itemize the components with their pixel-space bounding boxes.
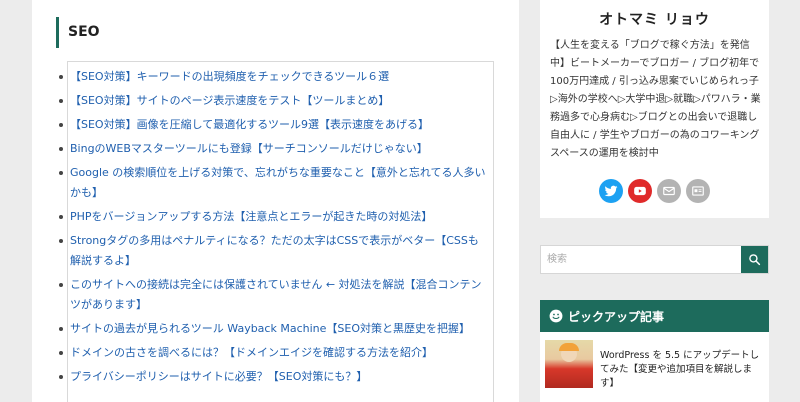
list-item: 【SEO対策】キーワードの出現頻度をチェックできるツール６選 [59, 67, 493, 87]
list-item: PHPをバージョンアップする方法【注意点とエラーが起きた時の対処法】 [59, 207, 493, 227]
post-link[interactable]: 【SEO対策】キーワードの出現頻度をチェックできるツール６選 [70, 70, 389, 83]
list-item: 【SEO対策】サイトのページ表示速度をテスト【ツールまとめ】 [59, 91, 493, 111]
youtube-button[interactable] [628, 179, 652, 203]
main-content: SEO 【SEO対策】キーワードの出現頻度をチェックできるツール６選 【SEO対… [32, 0, 519, 402]
post-link[interactable]: 【SEO対策】画像を圧縮して最適化するツール9選【表示速度をあげる】 [70, 118, 429, 131]
post-link[interactable]: プライバシーポリシーはサイトに必要？【SEO対策にも？】 [70, 370, 367, 383]
mail-icon [663, 186, 675, 196]
list-item: 【SEO対策】画像を圧縮して最適化するツール9選【表示速度をあげる】 [59, 115, 493, 135]
list-item: サイトの過去が見られるツール Wayback Machine【SEO対策と黒歴史… [59, 319, 493, 339]
search-icon [749, 254, 761, 266]
list-item: Strongタグの多用はペナルティになる？ただの太字はCSSで表示がベター【CS… [59, 231, 493, 271]
social-links [540, 179, 769, 203]
post-link[interactable]: 【SEO対策】サイトのページ表示速度をテスト【ツールまとめ】 [70, 94, 389, 107]
list-item: ドメインの古さを調べるには？【ドメインエイジを確認する方法を紹介】 [59, 343, 493, 363]
search-input[interactable] [541, 246, 741, 273]
mail-button[interactable] [657, 179, 681, 203]
post-link[interactable]: Strongタグの多用はペナルティになる？ただの太字はCSSで表示がベター【CS… [70, 234, 479, 267]
post-list: 【SEO対策】キーワードの出現頻度をチェックできるツール６選 【SEO対策】サイ… [59, 61, 494, 402]
list-item: プライバシーポリシーはサイトに必要？【SEO対策にも？】 [59, 367, 493, 387]
twitter-icon [604, 185, 618, 197]
article-thumbnail[interactable] [545, 340, 593, 388]
feedly-button[interactable] [686, 179, 710, 203]
pickup-header: ピックアップ記事 [540, 300, 769, 332]
post-link[interactable]: ドメインの古さを調べるには？【ドメインエイジを確認する方法を紹介】 [70, 346, 433, 359]
post-link[interactable]: Google の検索順位を上げる対策で、忘れがちな重要なこと【意外と忘れてる人多… [70, 166, 486, 199]
post-link[interactable]: サイトの過去が見られるツール Wayback Machine【SEO対策と黒歴史… [70, 322, 470, 335]
post-link[interactable]: PHPをバージョンアップする方法【注意点とエラーが起きた時の対処法】 [70, 210, 432, 223]
list-item: このサイトへの接続は完全には保護されていません ← 対処法を解説【混合コンテンツ… [59, 275, 493, 315]
pickup-article-title[interactable]: WordPress を 5.5 にアップデートしてみた【変更や追加項目を解説しま… [600, 349, 766, 391]
twitter-button[interactable] [599, 179, 623, 203]
smile-icon [549, 309, 563, 323]
pickup-article[interactable]: WordPress を 5.5 にアップデートしてみた【変更や追加項目を解説しま… [540, 332, 769, 402]
profile-description: 【人生を変える「ブログで稼ぐ方法」を発信中】ビートメーカーでブロガー / ブログ… [550, 40, 761, 159]
profile-widget: オトマミ リョウ 【人生を変える「ブログで稼ぐ方法」を発信中】ビートメーカーでブ… [540, 0, 769, 218]
search-form [540, 245, 769, 274]
feedly-icon [692, 186, 704, 196]
youtube-icon [634, 186, 646, 196]
post-link[interactable]: このサイトへの接続は完全には保護されていません ← 対処法を解説【混合コンテンツ… [70, 278, 482, 311]
search-button[interactable] [741, 246, 768, 273]
section-title: SEO [56, 17, 100, 48]
pickup-title: ピックアップ記事 [568, 309, 665, 324]
profile-name: オトマミ リョウ [599, 12, 710, 28]
list-item: BingのWEBマスターツールにも登録【サーチコンソールだけじゃない】 [59, 139, 493, 159]
post-link[interactable]: BingのWEBマスターツールにも登録【サーチコンソールだけじゃない】 [70, 142, 428, 155]
list-item: Google の検索順位を上げる対策で、忘れがちな重要なこと【意外と忘れてる人多… [59, 163, 493, 203]
